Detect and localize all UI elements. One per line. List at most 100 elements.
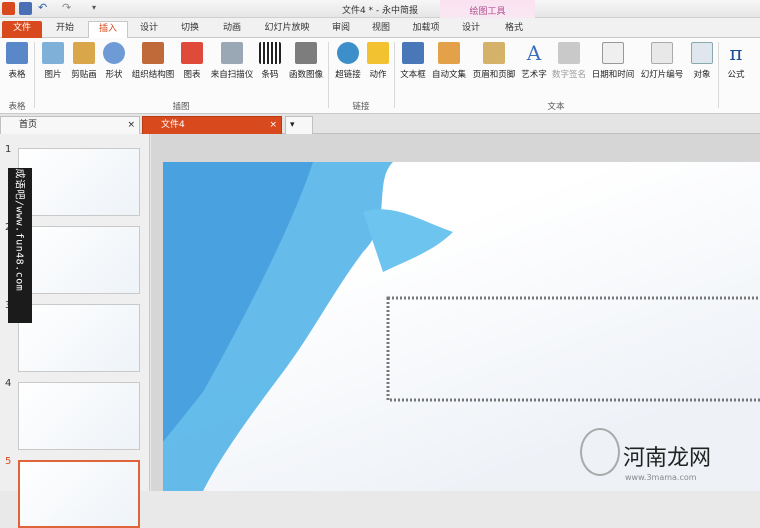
- tab-animations[interactable]: 动画: [216, 21, 248, 38]
- textbox-icon: [402, 42, 424, 64]
- autotext-label: 自动文集: [431, 70, 466, 80]
- shape-button[interactable]: 形状: [102, 42, 126, 80]
- date-time-button[interactable]: 日期和时间: [589, 42, 637, 80]
- slide-thumbnail[interactable]: [18, 382, 140, 450]
- clipart-icon: [73, 42, 95, 64]
- autotext-button[interactable]: 自动文集: [430, 42, 468, 80]
- slide-number: 1: [5, 144, 12, 155]
- picture-icon: [42, 42, 64, 64]
- org-chart-label: 组织结构图: [131, 70, 175, 80]
- drawing-tools-label: 绘图工具: [469, 7, 506, 17]
- textbox-label: 文本框: [400, 70, 426, 80]
- divider: [394, 42, 395, 108]
- slide-number: 4: [5, 378, 12, 389]
- new-doc-icon: ▾: [290, 120, 295, 130]
- ribbon-tab-bar: 文件 开始 插入 设计 切换 动画 幻灯片放映 审阅 视图 加载项 设计 格式: [0, 18, 760, 39]
- table-button[interactable]: 表格: [4, 42, 30, 80]
- tab-addins[interactable]: 加载项: [406, 21, 446, 38]
- divider: [328, 42, 329, 108]
- group-label-illustrations: 插图: [172, 102, 190, 112]
- hyperlink-button[interactable]: 超链接: [332, 42, 364, 80]
- placeholder-box[interactable]: [386, 296, 760, 402]
- slide-thumbnail[interactable]: [18, 148, 140, 216]
- slide-number-label: 幻灯片编号: [640, 70, 684, 80]
- globe-icon: [337, 42, 359, 64]
- slide-thumbnail-selected[interactable]: [18, 460, 140, 528]
- date-time-label: 日期和时间: [591, 70, 635, 80]
- slide-number-button[interactable]: 幻灯片编号: [638, 42, 686, 80]
- textbox-button[interactable]: 文本框: [398, 42, 428, 80]
- document-tab-bar: 首页 × 文件4 × ▾: [0, 114, 760, 134]
- divider: [34, 42, 35, 108]
- chart-button[interactable]: 图表: [180, 42, 204, 80]
- ribbon: 表格 图片 剪贴画 形状 组织结构图 图表 来自扫描仪 条码 函数图像 超链接 …: [0, 38, 760, 114]
- object-icon: [691, 42, 713, 64]
- document-tab-label: 文件4: [161, 120, 185, 130]
- new-document-button[interactable]: ▾: [285, 116, 313, 134]
- wordart-button[interactable]: A 艺术字: [520, 42, 548, 80]
- logo-url: www.3mama.com: [625, 473, 697, 482]
- tab-home-page[interactable]: 首页 ×: [0, 116, 140, 134]
- barcode-label: 条码: [261, 70, 279, 80]
- action-button[interactable]: 动作: [366, 42, 390, 80]
- tab-home[interactable]: 开始: [48, 21, 82, 38]
- function-graph-label: 函数图像: [288, 70, 323, 80]
- group-label-text: 文本: [547, 102, 565, 112]
- hyperlink-label: 超链接: [335, 70, 361, 80]
- tab-document[interactable]: 文件4 ×: [142, 116, 282, 134]
- logo-mark: [580, 428, 620, 476]
- title-bar: ↶ ↷ ▾ 文件4 * - 永中简报: [0, 0, 760, 18]
- scanner-icon: [221, 42, 243, 64]
- window-title: 文件4 * - 永中简报: [341, 6, 419, 16]
- close-icon[interactable]: ×: [127, 117, 135, 133]
- bar-chart-icon: [181, 42, 203, 64]
- watermark-text: 成语吧/www.fun48.com: [13, 168, 25, 292]
- object-button[interactable]: 对象: [688, 42, 716, 80]
- divider: [718, 42, 719, 108]
- formula-label: 公式: [727, 70, 745, 80]
- picture-label: 图片: [44, 70, 62, 80]
- header-footer-button[interactable]: 页眉和页脚: [470, 42, 518, 80]
- star-icon: [367, 42, 389, 64]
- picture-button[interactable]: 图片: [40, 42, 66, 80]
- clipart-button[interactable]: 剪贴画: [68, 42, 100, 80]
- logo-title: 河南龙网: [623, 446, 712, 471]
- tab-insert[interactable]: 插入: [88, 21, 128, 39]
- barcode-button[interactable]: 条码: [258, 42, 282, 80]
- tab-transitions[interactable]: 切换: [174, 21, 206, 38]
- pi-icon: π: [729, 41, 743, 65]
- formula-button[interactable]: π 公式: [722, 42, 750, 80]
- scanner-label: 来自扫描仪: [210, 70, 254, 80]
- group-label-table: 表格: [8, 102, 26, 112]
- wordart-icon: A: [526, 41, 542, 65]
- close-icon[interactable]: ×: [269, 117, 277, 133]
- slide-number-icon: [651, 42, 673, 64]
- function-graph-button[interactable]: 函数图像: [286, 42, 326, 80]
- signature-icon: [558, 42, 580, 64]
- autotext-icon: [438, 42, 460, 64]
- tab-slideshow[interactable]: 幻灯片放映: [258, 21, 316, 38]
- tab-view[interactable]: 视图: [366, 21, 396, 38]
- header-footer-label: 页眉和页脚: [472, 70, 516, 80]
- function-graph-icon: [295, 42, 317, 64]
- slide-thumbnail[interactable]: [18, 304, 140, 372]
- digital-signature-button[interactable]: 数字签名: [550, 42, 588, 80]
- tab-file[interactable]: 文件: [2, 21, 42, 38]
- tab-shape-design[interactable]: 设计: [455, 21, 487, 38]
- group-label-links: 链接: [352, 102, 370, 112]
- home-tab-label: 首页: [19, 120, 38, 130]
- org-chart-button[interactable]: 组织结构图: [130, 42, 176, 80]
- slide-thumbnail[interactable]: [18, 226, 140, 294]
- table-label: 表格: [8, 70, 26, 80]
- table-icon: [6, 42, 28, 64]
- digital-signature-label: 数字签名: [551, 70, 586, 80]
- shape-icon: [103, 42, 125, 64]
- tab-design[interactable]: 设计: [134, 21, 164, 38]
- wordart-label: 艺术字: [521, 70, 547, 80]
- shape-label: 形状: [105, 70, 123, 80]
- tab-review[interactable]: 审阅: [326, 21, 356, 38]
- calendar-icon: [602, 42, 624, 64]
- tab-format[interactable]: 格式: [497, 21, 531, 38]
- org-chart-icon: [142, 42, 164, 64]
- scanner-button[interactable]: 来自扫描仪: [208, 42, 256, 80]
